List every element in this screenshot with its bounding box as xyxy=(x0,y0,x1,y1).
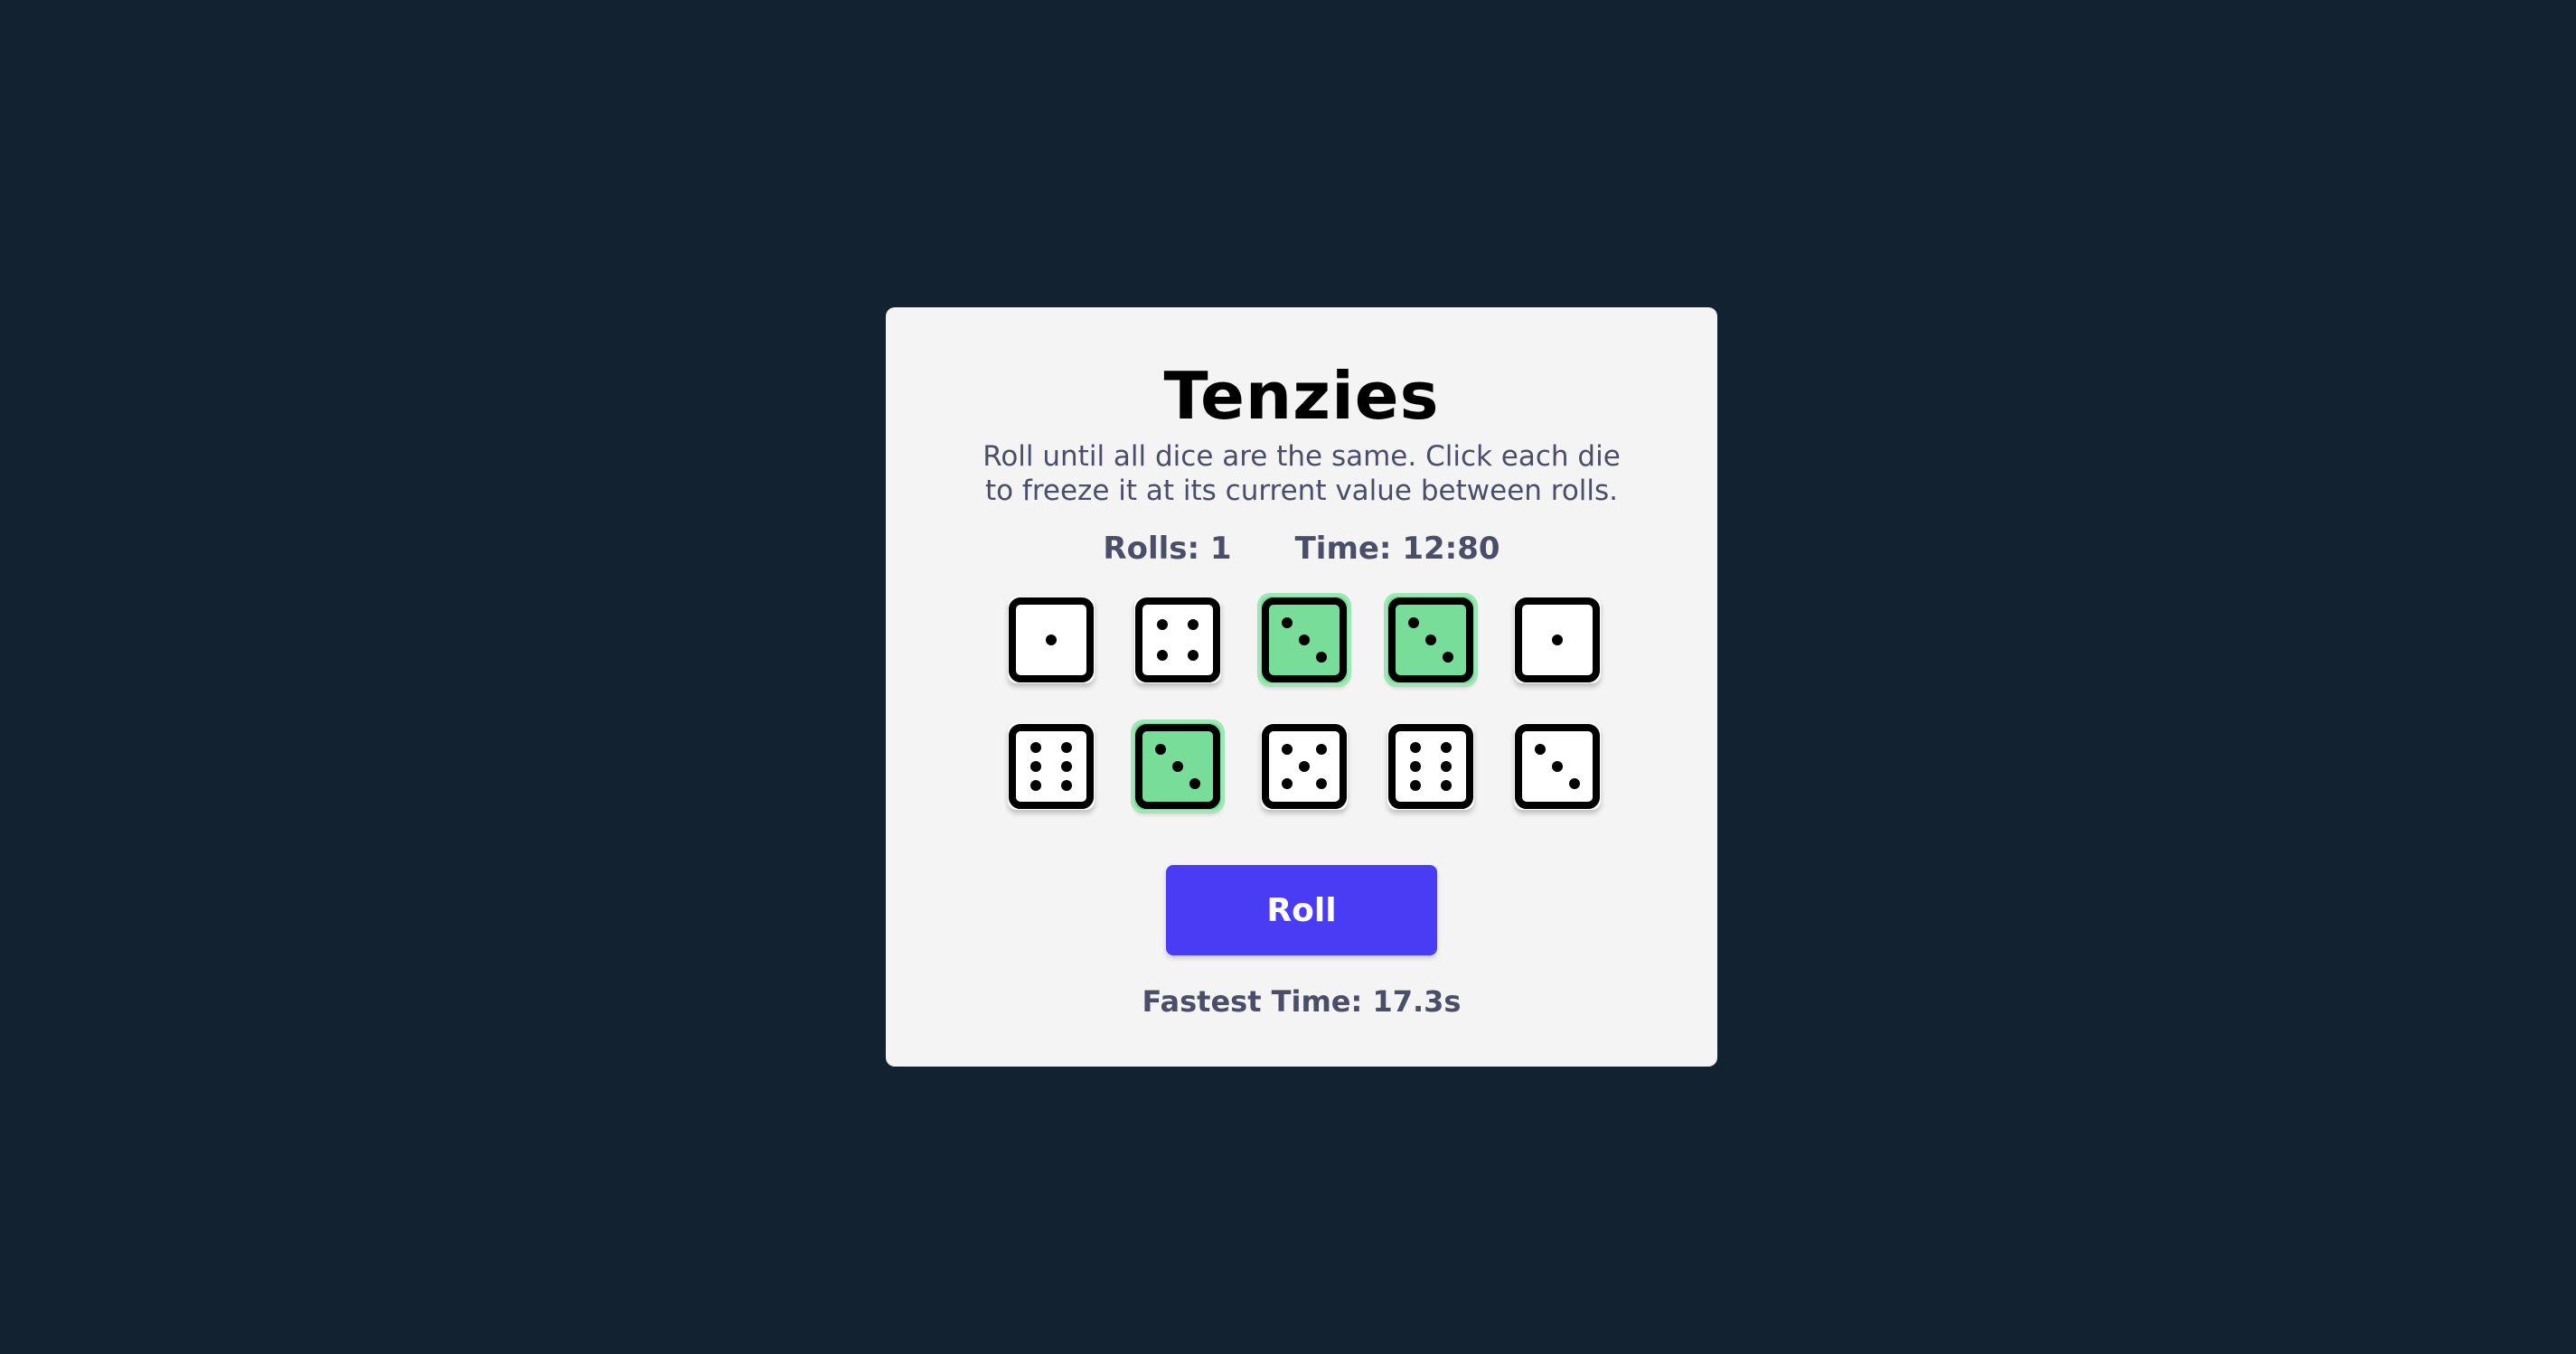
die-10[interactable] xyxy=(1514,723,1601,810)
die-5[interactable] xyxy=(1514,597,1601,683)
stats-bar: Rolls: 1 Time: 12:80 xyxy=(886,533,1717,564)
die-face-6-icon xyxy=(1388,724,1473,809)
rolls-counter: Rolls: 1 xyxy=(1103,531,1232,567)
die-face-6-icon xyxy=(1009,724,1094,809)
die-4[interactable] xyxy=(1387,597,1474,683)
die-1[interactable] xyxy=(1008,597,1095,683)
die-face-3-icon xyxy=(1135,724,1220,809)
die-6[interactable] xyxy=(1008,723,1095,810)
die-face-5-icon xyxy=(1262,724,1347,809)
die-8[interactable] xyxy=(1261,723,1348,810)
game-instructions: Roll until all dice are the same. Click … xyxy=(982,440,1621,507)
die-face-3-icon xyxy=(1388,597,1473,682)
game-title: Tenzies xyxy=(1163,358,1440,434)
dice-grid xyxy=(1008,597,1601,810)
timer: Time: 12:80 xyxy=(1294,531,1500,567)
die-2[interactable] xyxy=(1134,597,1221,683)
die-face-1-icon xyxy=(1009,597,1094,682)
die-3[interactable] xyxy=(1261,597,1348,683)
die-9[interactable] xyxy=(1387,723,1474,810)
fastest-time: Fastest Time: 17.3s xyxy=(1142,984,1462,1019)
die-face-4-icon xyxy=(1135,597,1220,682)
roll-button[interactable]: Roll xyxy=(1166,865,1437,955)
game-card: Tenzies Roll until all dice are the same… xyxy=(886,307,1717,1067)
die-face-3-icon xyxy=(1262,597,1347,682)
die-face-3-icon xyxy=(1515,724,1600,809)
die-face-1-icon xyxy=(1515,597,1600,682)
die-7[interactable] xyxy=(1134,723,1221,810)
